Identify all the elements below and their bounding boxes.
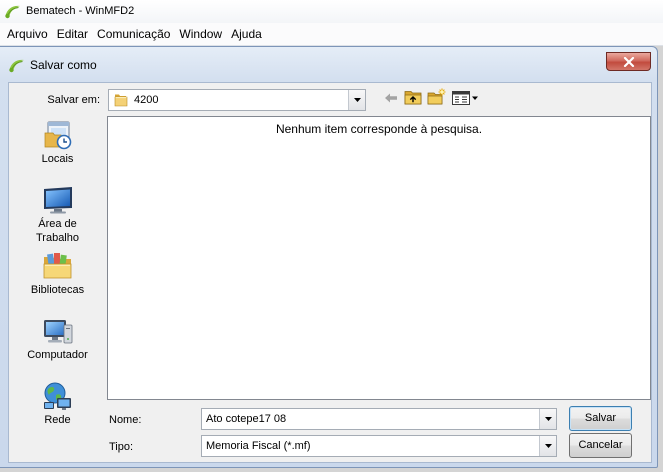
file-type-value: Memoria Fiscal (*.mf): [206, 440, 311, 452]
chevron-down-icon: [544, 417, 552, 421]
menu-window[interactable]: Window: [175, 26, 227, 42]
back-arrow-icon[interactable]: [384, 92, 398, 104]
empty-list-message: Nenhum item corresponde à pesquisa.: [275, 122, 483, 136]
file-type-select[interactable]: Memoria Fiscal (*.mf): [201, 435, 557, 457]
close-icon: [623, 56, 634, 67]
file-name-value: Ato cotepe17 08: [206, 413, 287, 425]
dialog-title: Salvar como: [30, 58, 97, 72]
libraries-icon: [43, 253, 71, 279]
menu-arquivo[interactable]: Arquivo: [3, 26, 53, 42]
menubar: Arquivo Editar Comunicação Window Ajuda: [0, 23, 663, 46]
recent-places-icon: [44, 121, 71, 150]
place-recent[interactable]: Locais: [10, 119, 105, 166]
save-in-value: 4200: [134, 94, 159, 106]
place-desktop[interactable]: Área de Trabalho: [10, 184, 105, 245]
save-in-dropdown-button[interactable]: [348, 90, 365, 110]
menu-ajuda[interactable]: Ajuda: [227, 26, 267, 42]
place-network[interactable]: Rede: [10, 380, 105, 427]
chevron-down-icon: [353, 98, 361, 102]
place-label-desktop: Área de Trabalho: [35, 218, 79, 244]
folder-icon: [114, 94, 128, 107]
menu-comunicacao[interactable]: Comunicação: [93, 26, 175, 42]
up-folder-icon[interactable]: [404, 89, 422, 105]
save-in-label: Salvar em:: [47, 94, 100, 106]
file-name-field[interactable]: Ato cotepe17 08: [201, 408, 557, 430]
place-label-libraries: Bibliotecas: [30, 284, 85, 296]
computer-icon: [43, 320, 72, 344]
save-as-dialog: Salvar como Salvar em: 4200 Locais Área …: [0, 46, 658, 468]
places-bar: Locais Área de Trabalho Bibliotecas Comp…: [10, 116, 105, 434]
place-label-network: Rede: [44, 414, 71, 426]
file-name-label: Nome:: [109, 414, 142, 426]
cancel-button[interactable]: Cancelar: [569, 433, 632, 458]
save-button[interactable]: Salvar: [569, 406, 632, 431]
close-button[interactable]: [606, 52, 651, 71]
file-name-dropdown-button[interactable]: [539, 409, 556, 429]
place-label-computer: Computador: [27, 349, 88, 361]
dialog-content: Salvar em: 4200 Locais Área de Trabalho …: [8, 82, 652, 463]
new-folder-icon[interactable]: [427, 88, 446, 105]
place-libraries[interactable]: Bibliotecas: [10, 250, 105, 297]
desktop-icon: [43, 187, 72, 214]
file-type-label: Tipo:: [109, 441, 134, 453]
file-list[interactable]: Nenhum item corresponde à pesquisa.: [107, 116, 651, 400]
save-in-combo[interactable]: 4200: [108, 89, 366, 111]
views-menu-icon[interactable]: [452, 91, 479, 105]
app-title: Bematech - WinMFD2: [26, 5, 135, 17]
bematech-app-icon: [9, 59, 24, 73]
menu-editar[interactable]: Editar: [52, 26, 92, 42]
file-type-dropdown-button[interactable]: [539, 436, 556, 456]
bematech-app-icon: [5, 5, 20, 19]
place-label-recent: Locais: [41, 153, 74, 165]
place-computer[interactable]: Computador: [10, 315, 105, 362]
chevron-down-icon: [544, 444, 552, 448]
app-titlebar[interactable]: Bematech - WinMFD2: [0, 0, 663, 23]
network-icon: [43, 382, 71, 410]
